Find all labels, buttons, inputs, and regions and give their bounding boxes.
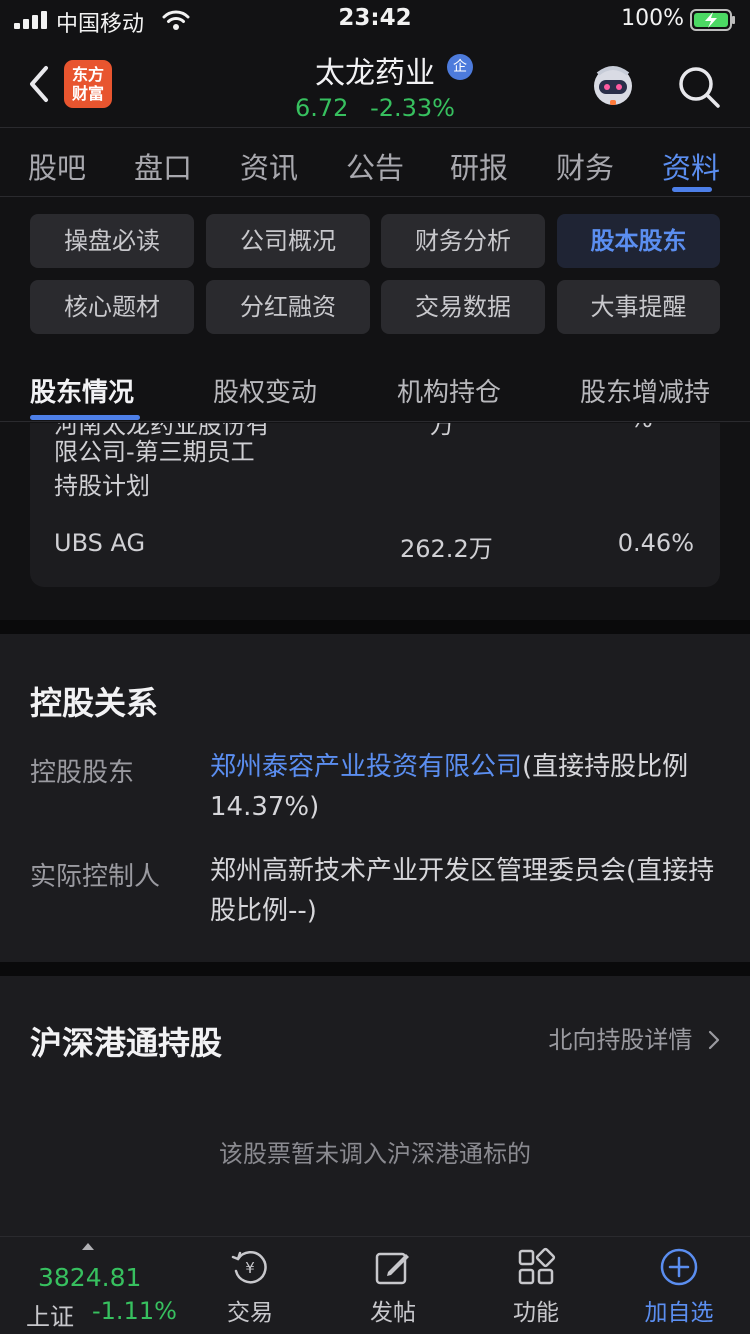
enterprise-badge-icon: 企 [447, 54, 473, 80]
functions-button[interactable]: 功能 [486, 1247, 586, 1327]
post-button[interactable]: 发帖 [343, 1247, 443, 1327]
battery-percent: 100% [621, 6, 684, 31]
tab-shareholders[interactable]: 股东情况 [30, 372, 134, 409]
holder-pct-partial: % [630, 423, 653, 433]
section-title: 沪深港通持股 [30, 1024, 223, 1062]
dividend-financing-button[interactable]: 分红融资 [206, 280, 370, 334]
actual-controller-label: 实际控制人 [30, 862, 161, 892]
tab-equity-changes[interactable]: 股权变动 [213, 372, 317, 409]
main-tabs: 股吧 盘口 资讯 公告 研报 财务 资料 [0, 129, 750, 197]
actual-controller-value: 郑州高新技术产业开发区管理委员会(直接持股比例--) [210, 856, 715, 926]
northbound-detail-link[interactable]: 北向持股详情 [548, 1020, 720, 1055]
battery-charging-icon [690, 9, 735, 31]
tab-research[interactable]: 研报 [450, 145, 508, 187]
must-read-button[interactable]: 操盘必读 [30, 214, 194, 268]
controlling-holder-label: 控股股东 [30, 758, 135, 788]
control-relation-section: 控股关系 控股股东 郑州泰容产业投资有限公司(直接持股比例14.37%) 实际控… [0, 634, 750, 962]
index-change: -1.11% [92, 1297, 177, 1325]
core-themes-button[interactable]: 核心题材 [30, 280, 194, 334]
tab-announcements[interactable]: 公告 [346, 145, 404, 187]
expand-up-icon [82, 1243, 94, 1250]
trading-data-button[interactable]: 交易数据 [381, 280, 545, 334]
top-holders-card: 河南太龙药业股份有 万 % 限公司-第三期员工 持股计划 UBS AG 262.… [30, 423, 720, 587]
shareholders-button[interactable]: 股本股东 [557, 214, 720, 268]
index-name: 上证 [26, 1303, 74, 1331]
controlling-holder-value: 郑州泰容产业投资有限公司(直接持股比例14.37%) [210, 747, 720, 827]
company-overview-button[interactable]: 公司概况 [206, 214, 370, 268]
section-divider [0, 962, 750, 976]
trade-button[interactable]: ¥ 交易 [200, 1247, 300, 1327]
empty-state-text: 该股票暂未调入沪深港通标的 [219, 1140, 531, 1168]
add-watchlist-button[interactable]: 加自选 [629, 1247, 729, 1327]
stock-change-pct: -2.33% [370, 94, 455, 122]
apps-grid-icon [518, 1247, 556, 1285]
tab-news[interactable]: 资讯 [240, 145, 298, 187]
stock-name: 太龙药业 [315, 56, 435, 91]
controlling-holder-link[interactable]: 郑州泰容产业投资有限公司 [210, 752, 522, 782]
shareholder-sub-tabs: 股东情况 股权变动 机构持仓 股东增减持 [0, 358, 750, 422]
holder-name: 限公司-第三期员工 持股计划 [54, 438, 255, 500]
status-bar: 中国移动 23:42 100% [0, 0, 750, 40]
holder-amount-partial: 万 [430, 423, 454, 439]
chevron-right-icon [708, 1030, 720, 1050]
section-title: 控股关系 [30, 684, 159, 722]
holder-name-ubs: UBS AG [54, 529, 146, 557]
bottom-bar: 3824.81 上证 -1.11% ¥ 交易 发帖 功能 加自选 [0, 1236, 750, 1334]
index-value: 3824.81 [38, 1263, 142, 1292]
financial-analysis-button[interactable]: 财务分析 [381, 214, 545, 268]
tab-profile[interactable]: 资料 [662, 145, 720, 187]
tab-finance[interactable]: 财务 [556, 145, 614, 187]
holder-percent-ubs: 0.46% [617, 529, 694, 557]
hk-connect-section: 沪深港通持股 北向持股详情 该股票暂未调入沪深港通标的 [0, 976, 750, 1236]
tab-pankou[interactable]: 盘口 [134, 145, 192, 187]
events-reminder-button[interactable]: 大事提醒 [557, 280, 720, 334]
search-icon[interactable] [676, 64, 722, 110]
svg-text:¥: ¥ [245, 1259, 255, 1277]
tab-holding-changes[interactable]: 股东增减持 [580, 372, 710, 409]
sub-tab-indicator [30, 415, 140, 420]
compose-icon [375, 1252, 409, 1285]
stock-header: 东方 财富 太龙药业 企 6.72 -2.33% [0, 40, 750, 128]
tab-institutional-holdings[interactable]: 机构持仓 [397, 372, 501, 409]
stock-price: 6.72 [295, 94, 349, 122]
section-divider [0, 620, 750, 634]
trade-icon: ¥ [231, 1251, 267, 1284]
tab-guba[interactable]: 股吧 [28, 145, 86, 187]
add-circle-icon [660, 1248, 698, 1286]
robot-assistant-icon[interactable] [588, 60, 638, 110]
tab-indicator [672, 187, 712, 192]
holder-shares-ubs: 262.2万 [400, 535, 493, 563]
